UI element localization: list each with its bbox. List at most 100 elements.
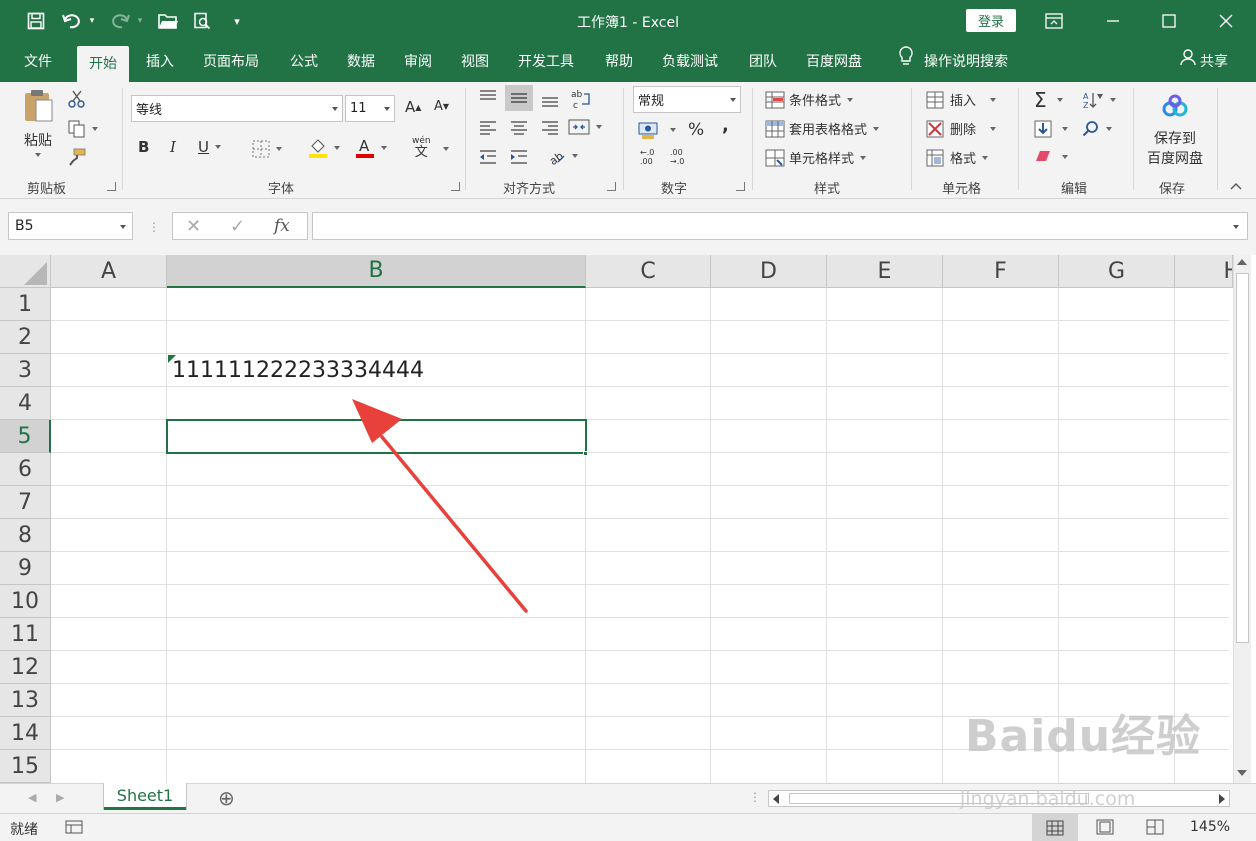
insert-cells-button[interactable]: 插入	[926, 90, 997, 109]
autosum-icon[interactable]: Σ	[1034, 88, 1063, 112]
scroll-left-icon[interactable]	[773, 794, 779, 804]
cell-styles-button[interactable]: 单元格样式	[765, 148, 867, 167]
close-icon[interactable]	[1203, 6, 1249, 36]
italic-button[interactable]: I	[170, 138, 176, 156]
cancel-edit-icon[interactable]: ✕	[186, 216, 201, 237]
fill-handle[interactable]	[583, 451, 588, 456]
increase-decimal-button[interactable]: ←.0.00	[640, 148, 654, 166]
tab-help[interactable]: 帮助	[605, 42, 633, 82]
row-header-9[interactable]: 9	[0, 552, 51, 585]
copy-icon[interactable]	[68, 120, 98, 138]
column-header-d[interactable]: D	[711, 255, 827, 288]
find-select-icon[interactable]	[1082, 120, 1112, 138]
font-launcher-icon[interactable]	[451, 182, 460, 191]
fill-icon[interactable]	[1034, 120, 1068, 138]
phonetic-dropdown-icon[interactable]	[443, 147, 449, 151]
tab-file[interactable]: 文件	[24, 42, 52, 82]
clear-icon[interactable]	[1034, 149, 1068, 165]
row-header-7[interactable]: 7	[0, 486, 51, 519]
sheet-tab-sheet1[interactable]: Sheet1	[104, 783, 186, 810]
zoom-level[interactable]: 145%	[1190, 819, 1230, 835]
font-color-button[interactable]: A	[355, 137, 387, 159]
cell-b3[interactable]: 111111222233334444	[172, 354, 424, 387]
tab-home[interactable]: 开始	[77, 46, 129, 82]
align-left-icon[interactable]	[478, 118, 498, 136]
percent-style-button[interactable]: %	[688, 120, 704, 140]
vertical-scrollbar[interactable]	[1233, 255, 1251, 783]
row-header-3[interactable]: 3	[0, 354, 51, 387]
share-button[interactable]: 共享	[1180, 42, 1228, 82]
column-header-b[interactable]: B	[167, 255, 586, 288]
underline-button[interactable]: U	[198, 138, 221, 156]
font-size-select[interactable]: 11	[345, 95, 395, 122]
comma-style-button[interactable]: ,	[722, 115, 729, 136]
phonetic-guide-button[interactable]: wén 文	[412, 136, 431, 159]
row-header-6[interactable]: 6	[0, 453, 51, 486]
grow-font-button[interactable]: A ▲	[405, 98, 421, 116]
column-header-g[interactable]: G	[1059, 255, 1175, 288]
decrease-decimal-button[interactable]: .00 →.0	[670, 148, 684, 166]
format-as-table-button[interactable]: 套用表格格式	[765, 119, 880, 138]
increase-indent-icon[interactable]	[509, 148, 529, 166]
next-sheet-icon[interactable]: ▶	[56, 791, 64, 804]
normal-view-icon[interactable]	[1032, 814, 1078, 841]
bold-button[interactable]: B	[138, 138, 149, 156]
number-format-select[interactable]: 常规	[633, 86, 741, 113]
tab-review[interactable]: 审阅	[404, 42, 432, 82]
select-all-button[interactable]	[0, 255, 51, 288]
row-header-5[interactable]: 5	[0, 420, 51, 453]
minimize-icon[interactable]	[1090, 6, 1136, 36]
orientation-icon[interactable]: ab	[546, 146, 578, 166]
tab-baidu-netdisk[interactable]: 百度网盘	[806, 42, 862, 82]
column-header-h[interactable]: H	[1175, 255, 1233, 288]
column-header-f[interactable]: F	[943, 255, 1059, 288]
row-header-4[interactable]: 4	[0, 387, 51, 420]
maximize-icon[interactable]	[1146, 6, 1192, 36]
row-header-10[interactable]: 10	[0, 585, 51, 618]
row-header-15[interactable]: 15	[0, 750, 51, 783]
page-layout-view-icon[interactable]	[1096, 819, 1114, 835]
tab-formulas[interactable]: 公式	[290, 42, 318, 82]
confirm-edit-icon[interactable]: ✓	[230, 216, 245, 237]
new-sheet-icon[interactable]: ⊕	[218, 786, 235, 810]
vertical-scroll-thumb[interactable]	[1236, 273, 1249, 643]
align-bottom-icon[interactable]	[540, 91, 560, 109]
prev-sheet-icon[interactable]: ◀	[28, 791, 36, 804]
column-header-c[interactable]: C	[586, 255, 711, 288]
sort-filter-icon[interactable]: AZ	[1082, 91, 1116, 109]
decrease-indent-icon[interactable]	[478, 148, 498, 166]
number-launcher-icon[interactable]	[736, 182, 745, 191]
row-header-1[interactable]: 1	[0, 288, 51, 321]
align-center-icon[interactable]	[509, 118, 529, 136]
shrink-font-button[interactable]: A ▼	[434, 99, 449, 114]
insert-function-icon[interactable]: fx	[274, 216, 290, 236]
accounting-format-icon[interactable]	[638, 120, 676, 140]
align-right-icon[interactable]	[540, 118, 560, 136]
scroll-down-icon[interactable]	[1237, 770, 1247, 776]
conditional-formatting-button[interactable]: 条件格式	[765, 90, 854, 109]
ribbon-display-options-icon[interactable]	[1031, 6, 1077, 36]
name-box[interactable]: B5	[8, 212, 133, 240]
borders-button[interactable]	[252, 140, 282, 158]
row-header-14[interactable]: 14	[0, 717, 51, 750]
tab-developer[interactable]: 开发工具	[518, 42, 574, 82]
tab-page-layout[interactable]: 页面布局	[203, 42, 259, 82]
fill-color-button[interactable]	[308, 137, 340, 159]
column-header-e[interactable]: E	[827, 255, 943, 288]
tab-split-grip-icon[interactable]: ⋮	[749, 790, 761, 804]
row-header-13[interactable]: 13	[0, 684, 51, 717]
scroll-right-icon[interactable]	[1219, 794, 1225, 804]
font-name-select[interactable]: 等线	[131, 95, 343, 122]
row-header-11[interactable]: 11	[0, 618, 51, 651]
scroll-up-icon[interactable]	[1237, 259, 1247, 265]
clipboard-launcher-icon[interactable]	[107, 182, 116, 191]
row-header-2[interactable]: 2	[0, 321, 51, 354]
tab-insert[interactable]: 插入	[146, 42, 174, 82]
tab-data[interactable]: 数据	[347, 42, 375, 82]
delete-cells-button[interactable]: 删除	[926, 119, 997, 138]
tab-team[interactable]: 团队	[749, 42, 777, 82]
save-to-baidu-button[interactable]: 保存到 百度网盘	[1143, 94, 1207, 168]
row-header-12[interactable]: 12	[0, 651, 51, 684]
cut-icon[interactable]	[68, 90, 86, 108]
row-header-8[interactable]: 8	[0, 519, 51, 552]
